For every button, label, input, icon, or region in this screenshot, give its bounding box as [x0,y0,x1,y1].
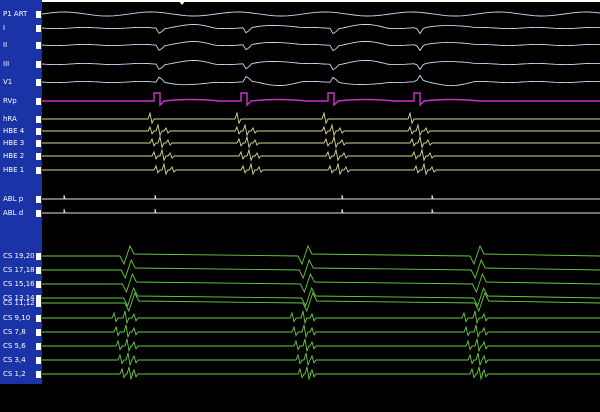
channel-label[interactable]: CS 15,16 [3,278,39,290]
channel-trace [42,324,600,339]
channel-label[interactable]: ABL p [3,193,39,205]
channel-label-text: V1 [3,78,13,86]
channel-label[interactable]: ABL d [3,207,39,219]
channel-label-text: HBE 2 [3,152,25,160]
channel-label-text: HBE 3 [3,139,25,147]
channel-label[interactable]: RVp [3,95,39,107]
channel-trace [42,23,600,35]
channel-label[interactable]: CS 17,18 [3,264,39,276]
channel-label[interactable]: CS 11,12 [3,297,39,309]
channel-label[interactable]: CS 7,8 [3,326,39,338]
channel-label-text: CS 1,2 [3,370,26,378]
channel-trace [42,11,600,17]
channel-label-text: RVp [3,97,17,105]
channel-trace [42,123,600,137]
channel-handle-icon[interactable] [36,79,41,86]
channel-label[interactable]: CS 1,2 [3,368,39,380]
channel-trace [42,135,600,149]
channel-trace [42,92,600,107]
channel-trace [42,74,600,87]
channel-label[interactable]: II [3,39,39,51]
channel-trace [42,194,600,200]
channel-handle-icon[interactable] [36,25,41,32]
channel-label[interactable]: III [3,58,39,70]
channel-label[interactable]: CS 5,6 [3,340,39,352]
channel-label[interactable]: HBE 3 [3,137,39,149]
channel-handle-icon[interactable] [36,153,41,160]
channel-label-text: HBE 4 [3,127,25,135]
channel-label-text: CS 7,8 [3,328,26,336]
channel-label[interactable]: hRA [3,113,39,125]
channel-handle-icon[interactable] [36,210,41,217]
channel-label-text: CS 19,20 [3,252,35,260]
channel-label-text: CS 17,18 [3,266,35,274]
channel-label-text: CS 3,4 [3,356,26,364]
channel-label-text: III [3,60,10,68]
channel-trace [42,148,600,162]
channel-label-text: P1 ART [3,10,28,18]
channel-handle-icon[interactable] [36,167,41,174]
channel-label[interactable]: CS 9,10 [3,312,39,324]
channel-handle-icon[interactable] [36,128,41,135]
channel-handle-icon[interactable] [36,315,41,322]
trace-area [42,11,600,381]
channel-label-text: hRA [3,115,17,123]
channel-trace [42,338,600,353]
channel-handle-icon[interactable] [36,11,41,18]
channel-handle-icon[interactable] [36,371,41,378]
channel-label-text: CS 15,16 [3,280,35,288]
channel-label-text: CS 5,6 [3,342,26,350]
channel-handle-icon[interactable] [36,116,41,123]
channel-label-text: ABL p [3,195,24,203]
channel-handle-icon[interactable] [36,196,41,203]
channel-handle-icon[interactable] [36,281,41,288]
channel-trace [42,352,600,367]
channel-handle-icon[interactable] [36,140,41,147]
channel-handle-icon[interactable] [36,300,41,307]
channel-label-text: II [3,41,8,49]
channel-label-text: ABL d [3,209,24,217]
channel-trace [42,208,600,214]
channel-label[interactable]: V1 [3,76,39,88]
channel-label-text: HBE 1 [3,166,25,174]
channel-trace [42,59,600,71]
channel-label[interactable]: CS 3,4 [3,354,39,366]
channel-handle-icon[interactable] [36,98,41,105]
ep-recording-window: P1 ART I II III V1 RVp hRA HBE 4 HBE 3 HBE 2 HBE 1… [0,0,600,412]
channel-label[interactable]: CS 19,20 [3,250,39,262]
channel-label-text: CS 9,10 [3,314,31,322]
channel-trace [42,244,600,266]
channel-handle-icon[interactable] [36,61,41,68]
channel-handle-icon[interactable] [36,267,41,274]
channel-trace [42,40,600,52]
channel-label[interactable]: I [3,22,39,34]
channel-trace [42,258,600,280]
channel-trace [42,310,600,325]
channel-handle-icon[interactable] [36,343,41,350]
channel-handle-icon[interactable] [36,253,41,260]
channel-trace [42,162,600,176]
channel-handle-icon[interactable] [36,42,41,49]
channel-label-text: I [3,24,6,32]
channel-trace [42,366,600,381]
channel-label-text: CS 11,12 [3,299,35,307]
channel-handle-icon[interactable] [36,329,41,336]
channel-label[interactable]: HBE 4 [3,125,39,137]
channel-handle-icon[interactable] [36,357,41,364]
channel-label[interactable]: P1 ART [3,8,39,20]
channel-trace [42,111,600,125]
status-strip [0,384,600,412]
channel-label[interactable]: HBE 1 [3,164,39,176]
channel-label[interactable]: HBE 2 [3,150,39,162]
